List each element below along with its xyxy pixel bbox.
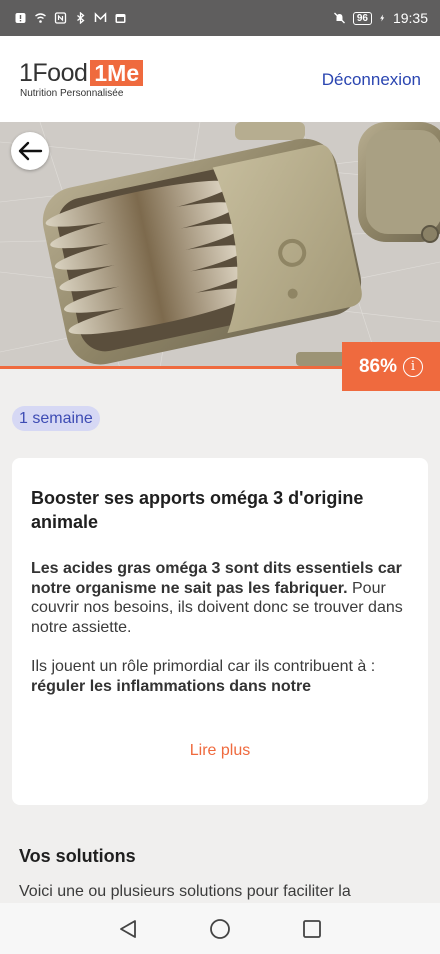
system-nav-bar [0,903,440,954]
solutions-intro: Voici une ou plusieurs solutions pour fa… [19,883,351,900]
hero-image [0,122,440,368]
mail-icon [94,12,107,22]
solutions-title: Vos solutions [19,846,136,866]
status-icons-left [14,12,127,24]
duration-badge: 1 semaine [12,406,100,431]
nfc-icon [54,12,67,24]
charging-icon [380,14,385,22]
bluetooth-icon [77,12,85,24]
advice-para1-bold: Les acides gras oméga 3 sont dits essent… [31,560,402,597]
status-bar: 96 19:35 [0,0,440,36]
logo-subtitle: Nutrition Personnalisée [20,88,124,99]
advice-para3-bold: réguler les inflammations dans notre [31,677,312,695]
advice-para2: Ils jouent un rôle primordial car ils co… [31,658,376,675]
notification-icon [15,13,26,23]
sardine-can-illustration [0,122,440,368]
app-logo[interactable]: 1Food 1Me [19,58,144,88]
mute-icon [333,12,345,24]
nav-home-icon[interactable] [209,918,231,940]
advice-description: Les acides gras oméga 3 sont dits essent… [31,559,415,717]
arrow-left-icon [18,141,43,161]
back-button[interactable] [11,132,49,170]
read-more-link[interactable]: Lire plus [12,742,428,760]
nav-recents-icon[interactable] [301,918,323,940]
advice-card: Booster ses apports oméga 3 d'origine an… [12,458,428,805]
wifi-icon [35,13,46,23]
match-score-value: 86% [358,355,398,377]
logo-text-1me: 1Me [90,60,144,86]
info-icon[interactable]: i [403,356,424,377]
calendar-icon [115,14,126,23]
logo-text-1food: 1Food [19,58,88,87]
nav-back-icon[interactable] [117,918,139,940]
match-score-badge[interactable]: 86% i [342,342,440,391]
app-header: 1Food 1Me Nutrition Personnalisée Déconn… [0,36,440,122]
battery-icon: 96 [352,11,372,25]
status-time: 19:35 [392,10,428,26]
logout-link[interactable]: Déconnexion [322,70,421,90]
advice-title: Booster ses apports oméga 3 d'origine an… [31,488,364,532]
status-icons-right: 96 19:35 [333,10,428,26]
